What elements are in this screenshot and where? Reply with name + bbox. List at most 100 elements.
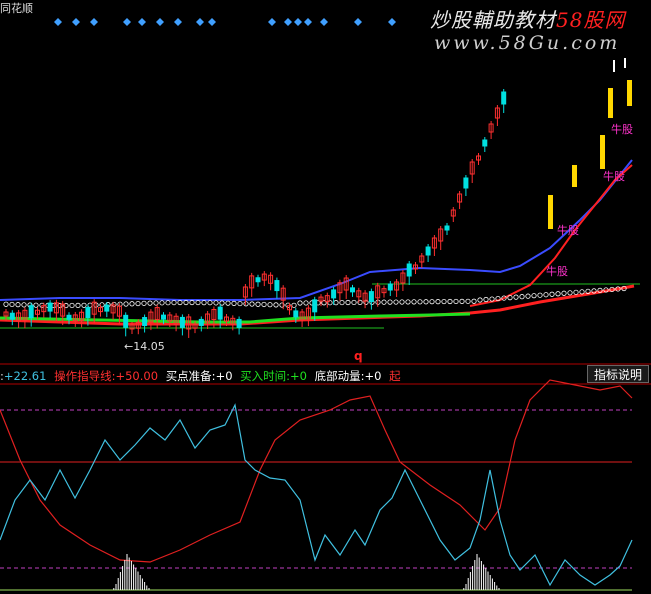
- trail-dot-240: [237, 300, 243, 307]
- signal-diamond-4: [138, 18, 146, 26]
- buy-prep-label: 买点准备:: [165, 369, 216, 383]
- trail-dot-174: [171, 299, 177, 306]
- signal-diamond-10: [284, 18, 292, 26]
- trail-dot-384: [381, 299, 387, 305]
- trail-dot-216: [213, 300, 219, 306]
- signal-diamond-9: [268, 18, 276, 26]
- candle-body-37: [236, 318, 242, 328]
- candle-body-22: [142, 317, 148, 327]
- candle-body-43: [274, 280, 280, 292]
- trail-dot-468: [465, 298, 471, 304]
- trail-dot-456: [453, 298, 459, 305]
- trail-dot-12: [9, 301, 15, 308]
- candle-body-49: [312, 299, 318, 313]
- signal-diamond-13: [320, 18, 328, 26]
- trail-dot-24: [21, 302, 27, 308]
- trail-dot-564: [561, 290, 567, 296]
- trail-dot-156: [153, 300, 159, 306]
- candle-body-61: [387, 283, 393, 291]
- trail-dot-348: [345, 299, 351, 306]
- candle-body-70: [444, 225, 450, 231]
- signal-diamond-1: [72, 18, 80, 26]
- candle-body-67: [425, 246, 431, 256]
- trail-dot-480: [477, 297, 483, 303]
- signal-diamond-14: [354, 18, 362, 26]
- trail-dot-198: [195, 299, 201, 306]
- candle-body-13: [85, 307, 91, 319]
- signal-bar-1: [572, 165, 577, 187]
- trail-dot-396: [393, 299, 399, 305]
- trail-dot-204: [201, 300, 207, 306]
- trail-dot-438: [435, 299, 441, 305]
- trail-dot-342: [339, 299, 345, 306]
- candle-body-58: [368, 291, 374, 303]
- bottom-momentum-label: 底部动量:: [314, 369, 365, 383]
- watermark-title: 炒股輔助教材58股网: [430, 4, 651, 33]
- trail-dot-84: [81, 302, 87, 308]
- candle-body-40: [255, 277, 261, 283]
- bottom-momentum-value: +0: [364, 369, 382, 383]
- candle-body-79: [501, 91, 507, 105]
- indicator-value: +22.61: [3, 369, 47, 383]
- osc-cyan-line: [0, 403, 633, 587]
- candle-body-64: [406, 263, 412, 277]
- trail-dot-300: [297, 300, 303, 306]
- trail-dot-402: [399, 299, 405, 305]
- trail-dot-18: [15, 302, 21, 308]
- trail-dot-150: [147, 300, 153, 306]
- signal-bar-0: [548, 195, 553, 229]
- trail-dot-354: [351, 299, 357, 306]
- trail-dot-414: [411, 299, 417, 305]
- indicator-value-bar: :+22.61 操作指导线:+50.00 买点准备:+0 买入时间:+0 底部动…: [0, 368, 590, 384]
- trail-dot-492: [489, 296, 495, 302]
- signal-label-2: 牛股: [557, 224, 579, 237]
- trail-dot-546: [543, 292, 549, 298]
- candle-body-34: [217, 306, 223, 320]
- candle-body-25: [161, 314, 166, 320]
- signal-diamond-7: [196, 18, 204, 26]
- trail-dot-570: [567, 290, 573, 296]
- trail-dot-234: [231, 300, 237, 306]
- trail-dot-462: [459, 298, 465, 304]
- signal-bar-2: [600, 135, 605, 169]
- signal-bar-3: [608, 88, 613, 118]
- watermark-cn-white: 炒股輔助教材: [430, 8, 556, 32]
- candle-body-1: [9, 312, 15, 320]
- indicator-help-button[interactable]: 指标说明: [587, 365, 649, 383]
- trail-dot-540: [537, 292, 543, 298]
- trail-dot-426: [423, 299, 429, 305]
- candle-body-76: [482, 139, 488, 147]
- trail-dot-306: [303, 300, 309, 306]
- trail-dot-258: [255, 301, 261, 307]
- start-label: 起: [389, 369, 401, 383]
- trail-dot-270: [267, 302, 273, 308]
- trail-dot-522: [519, 294, 525, 300]
- trail-dot-246: [243, 301, 249, 307]
- trail-dot-78: [75, 302, 81, 308]
- trail-dot-144: [141, 300, 147, 306]
- signal-diamond-0: [54, 18, 62, 26]
- signal-diamond-15: [388, 18, 396, 26]
- signal-bar-4: [627, 80, 632, 106]
- trail-dot-72: [69, 302, 75, 309]
- osc-red-line: [0, 379, 633, 563]
- trail-dot-450: [447, 298, 453, 305]
- signal-label-4: 牛股: [611, 123, 633, 136]
- trail-dot-444: [441, 298, 447, 305]
- candle-body-73: [463, 177, 469, 189]
- trail-dot-552: [549, 291, 555, 297]
- trail-dot-90: [87, 302, 93, 308]
- top-tick-2: [624, 58, 626, 68]
- candle-body-7: [47, 302, 53, 312]
- trail-dot-516: [513, 294, 519, 300]
- ma-blue-line: [0, 159, 633, 301]
- trail-dot-138: [135, 300, 141, 307]
- trail-dot-168: [165, 300, 171, 306]
- watermark-cn-red: 58股网: [556, 8, 626, 32]
- trail-dot-276: [273, 302, 279, 308]
- trail-dot-390: [387, 299, 393, 305]
- trail-dot-336: [333, 300, 339, 306]
- trail-dot-576: [573, 289, 579, 295]
- signal-label-3: 牛股: [603, 170, 625, 183]
- trail-dot-228: [225, 300, 231, 306]
